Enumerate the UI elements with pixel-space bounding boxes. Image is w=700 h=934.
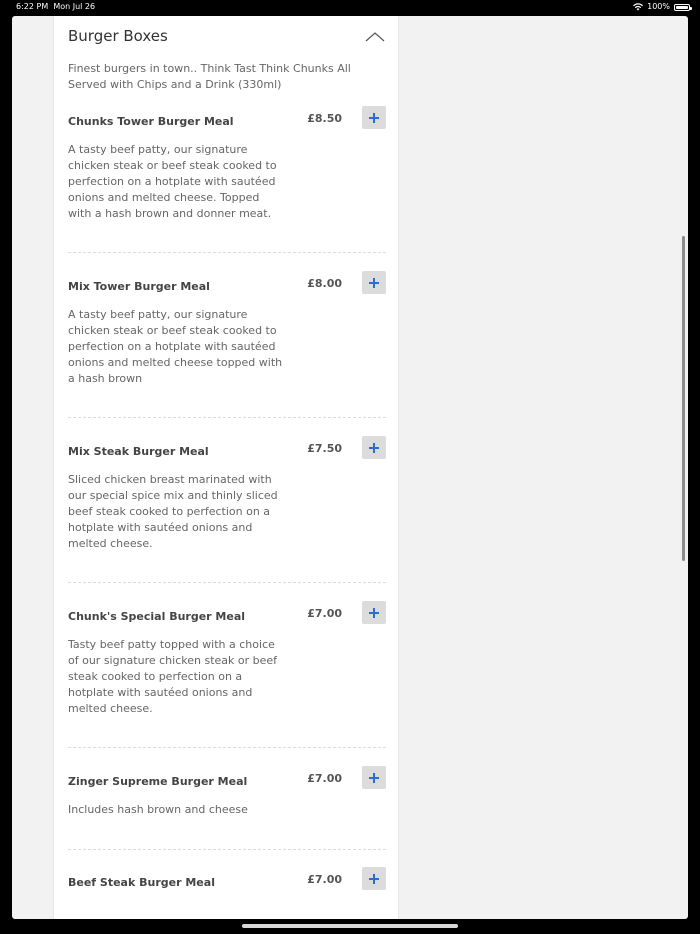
plus-icon [369, 873, 379, 884]
chevron-up-icon [365, 32, 385, 42]
item-description: A tasty beef patty, our signature chicke… [68, 143, 277, 220]
plus-icon [369, 772, 379, 783]
status-time-text: 6:22 PM [16, 2, 49, 11]
item-description: Sliced chicken breast marinated with our… [68, 473, 278, 550]
collapse-section-button[interactable] [364, 28, 386, 46]
add-to-basket-button[interactable] [362, 601, 386, 624]
status-time: 6:22 PM Mon Jul 26 [16, 0, 95, 14]
item-divider [68, 582, 386, 583]
add-to-basket-button[interactable] [362, 436, 386, 459]
plus-icon [369, 112, 379, 123]
item-name: Chunks Tower Burger Meal [68, 115, 234, 128]
status-date-text: Mon Jul 26 [53, 2, 96, 11]
item-price: £8.00 [307, 277, 342, 290]
item-name: Beef Steak Burger Meal [68, 876, 215, 889]
item-divider [68, 417, 386, 418]
home-indicator[interactable] [242, 924, 458, 928]
plus-icon [369, 607, 379, 618]
item-price: £7.00 [307, 873, 342, 886]
item-description: Includes hash brown and cheese [68, 803, 248, 816]
item-description: A tasty beef patty, our signature chicke… [68, 308, 283, 385]
item-price: £7.00 [307, 772, 342, 785]
item-description: Tasty beef patty topped with a choice of… [68, 638, 278, 715]
item-divider [68, 252, 386, 253]
plus-icon [369, 277, 379, 288]
wifi-icon [633, 3, 644, 11]
status-right: 100% [633, 0, 692, 14]
add-to-basket-button[interactable] [362, 766, 386, 789]
plus-icon [369, 442, 379, 453]
battery-icon [674, 3, 692, 11]
add-to-basket-button[interactable] [362, 271, 386, 294]
scrollbar[interactable] [682, 236, 685, 561]
add-to-basket-button[interactable] [362, 106, 386, 129]
section-description: Finest burgers in town.. Think Tast Thin… [68, 62, 351, 91]
item-name: Chunk's Special Burger Meal [68, 610, 246, 623]
battery-percent: 100% [647, 2, 670, 11]
item-price: £8.50 [307, 112, 342, 125]
status-bar: 6:22 PM Mon Jul 26 100% [0, 0, 700, 14]
item-name: Mix Steak Burger Meal [68, 445, 209, 458]
item-name: Mix Tower Burger Meal [68, 280, 210, 293]
add-to-basket-button[interactable] [362, 867, 386, 890]
item-price: £7.50 [307, 442, 342, 455]
item-divider [68, 849, 386, 850]
item-divider [68, 747, 386, 748]
menu-section-panel: Burger Boxes Finest burgers in town.. Th… [53, 16, 399, 919]
section-header: Burger Boxes [68, 26, 386, 50]
item-price: £7.00 [307, 607, 342, 620]
item-name: Zinger Supreme Burger Meal [68, 775, 248, 788]
app-screen: Burger Boxes Finest burgers in town.. Th… [12, 16, 688, 919]
section-title: Burger Boxes [68, 27, 168, 45]
